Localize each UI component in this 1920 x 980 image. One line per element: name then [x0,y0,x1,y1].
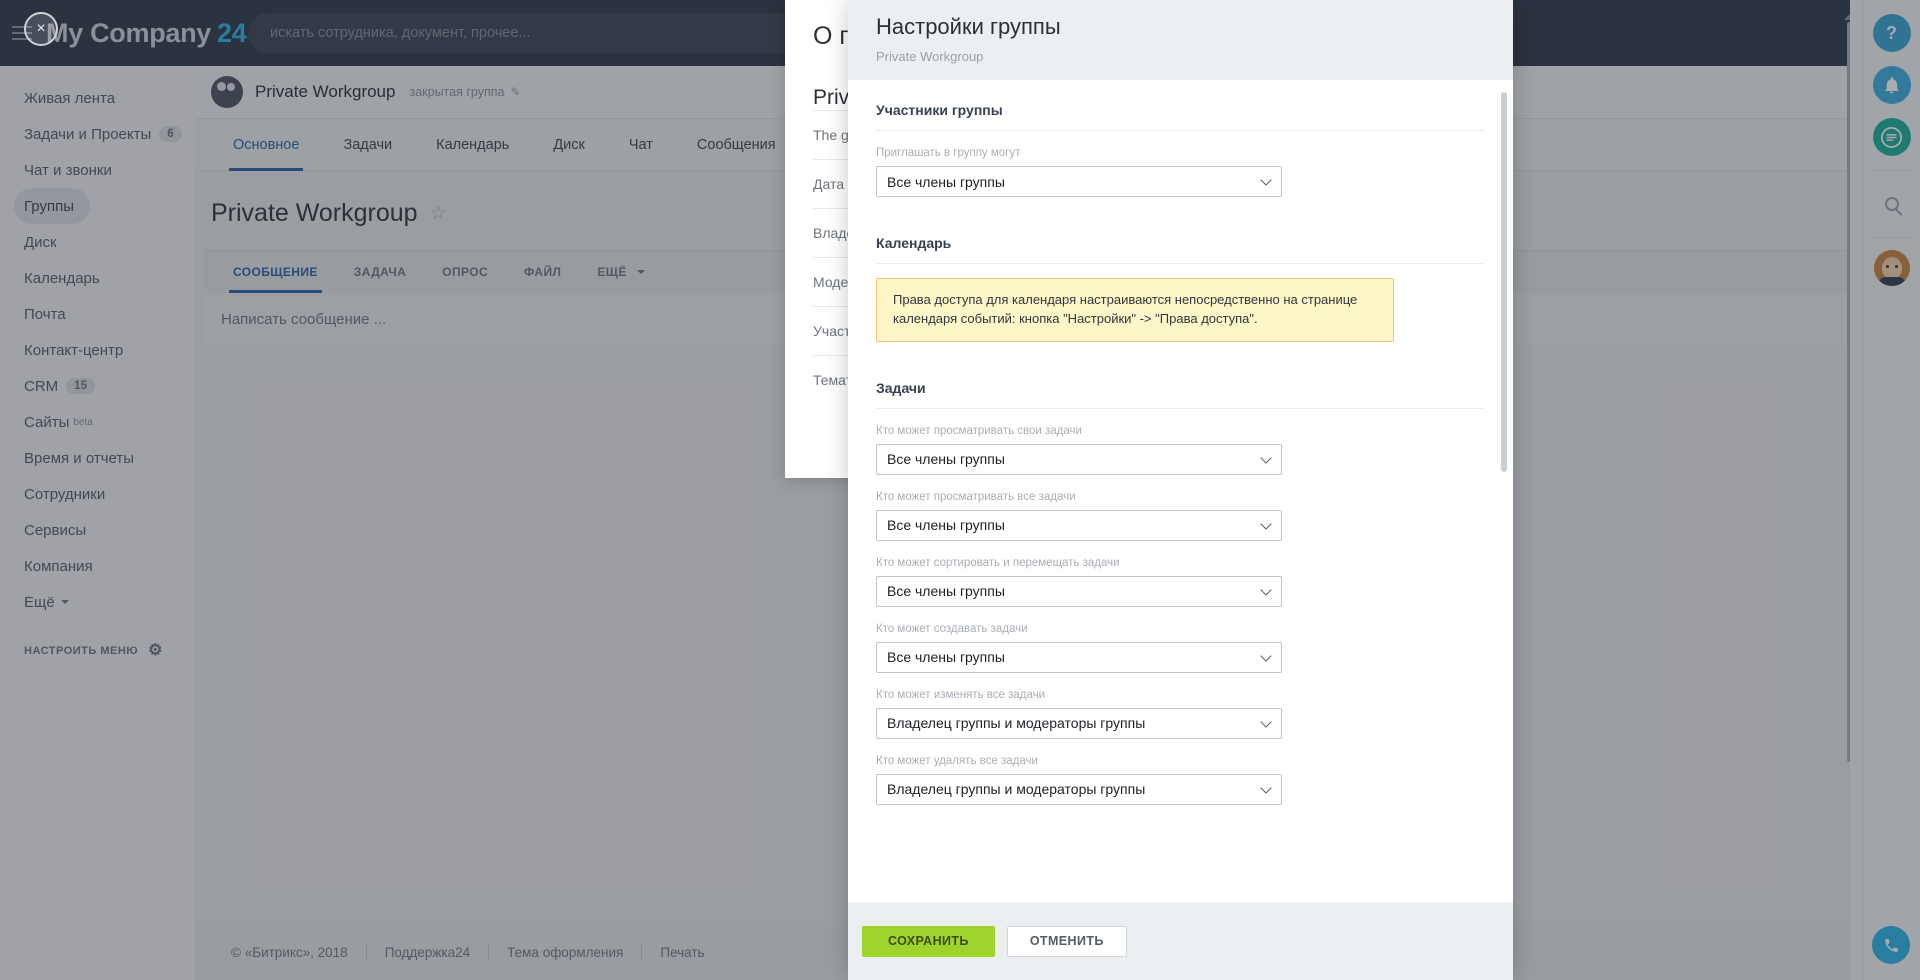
modal-scrollbar[interactable] [1501,92,1507,472]
chevron-down-icon [1260,650,1271,661]
field-create-tasks: Кто может создавать задачи Все члены гру… [876,607,1485,673]
field-label: Кто может просматривать свои задачи [876,425,1485,437]
modal-footer: СОХРАНИТЬ ОТМЕНИТЬ [848,902,1513,980]
save-button[interactable]: СОХРАНИТЬ [862,926,995,957]
select-value: Владелец группы и модераторы группы [887,715,1145,731]
field-view-own-tasks: Кто может просматривать свои задачи Все … [876,409,1485,475]
select-create-tasks[interactable]: Все члены группы [876,642,1282,673]
select-sort-move-tasks[interactable]: Все члены группы [876,576,1282,607]
select-value: Все члены группы [887,517,1005,533]
field-label: Кто может создавать задачи [876,623,1485,635]
field-label: Кто может изменять все задачи [876,689,1485,701]
chevron-down-icon [1260,452,1271,463]
field-label: Кто может сортировать и перемещать задач… [876,557,1485,569]
section-heading: Календарь [876,213,1485,264]
chevron-down-icon [1260,782,1271,793]
select-value: Все члены группы [887,583,1005,599]
select-edit-all-tasks[interactable]: Владелец группы и модераторы группы [876,708,1282,739]
section-members: Участники группы Приглашать в группу мог… [848,80,1513,197]
field-view-all-tasks: Кто может просматривать все задачи Все ч… [876,475,1485,541]
field-label: Приглашать в группу могут [876,147,1485,159]
chevron-down-icon [1260,716,1271,727]
chevron-down-icon [1260,518,1271,529]
modal-body: Участники группы Приглашать в группу мог… [848,80,1513,902]
section-heading: Участники группы [876,80,1485,131]
select-value: Владелец группы и модераторы группы [887,781,1145,797]
select-delete-all-tasks[interactable]: Владелец группы и модераторы группы [876,774,1282,805]
select-invite-permission[interactable]: Все члены группы [876,166,1282,197]
field-label: Кто может удалять все задачи [876,755,1485,767]
section-tasks: Задачи Кто может просматривать свои зада… [848,358,1513,805]
field-edit-all-tasks: Кто может изменять все задачи Владелец г… [876,673,1485,739]
select-view-all-tasks[interactable]: Все члены группы [876,510,1282,541]
section-calendar: Календарь Права доступа для календаря на… [848,213,1513,342]
field-delete-all-tasks: Кто может удалять все задачи Владелец гр… [876,739,1485,805]
modal-scroll-area: Участники группы Приглашать в группу мог… [848,80,1513,902]
section-heading: Задачи [876,358,1485,409]
select-value: Все члены группы [887,649,1005,665]
field-sort-move-tasks: Кто может сортировать и перемещать задач… [876,541,1485,607]
modal-header: Настройки группы Private Workgroup [848,0,1513,80]
select-value: Все члены группы [887,174,1005,190]
modal-title: Настройки группы [876,14,1513,40]
chevron-down-icon [1260,174,1271,185]
calendar-permissions-notice: Права доступа для календаря настраиваютс… [876,278,1394,342]
select-value: Все члены группы [887,451,1005,467]
group-settings-modal: Настройки группы Private Workgroup Участ… [848,0,1513,980]
field-invite-permission: Приглашать в группу могут Все члены груп… [876,131,1485,197]
select-view-own-tasks[interactable]: Все члены группы [876,444,1282,475]
modal-subtitle: Private Workgroup [876,49,1513,64]
field-label: Кто может просматривать все задачи [876,491,1485,503]
close-icon[interactable]: × [24,12,58,46]
chevron-down-icon [1260,584,1271,595]
cancel-button[interactable]: ОТМЕНИТЬ [1007,926,1127,957]
